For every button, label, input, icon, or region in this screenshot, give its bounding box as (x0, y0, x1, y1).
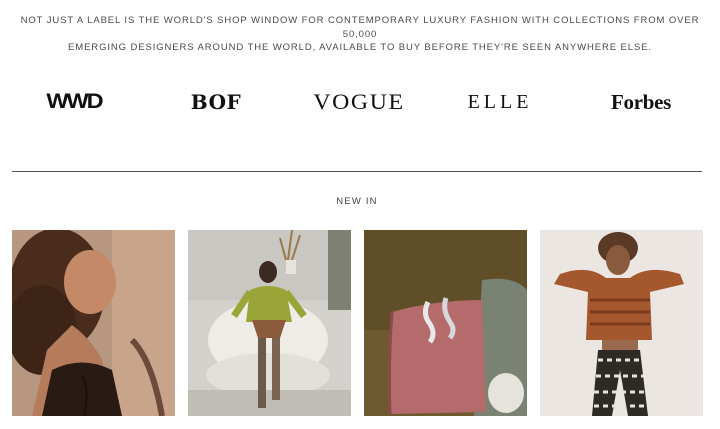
product-image-2 (188, 230, 351, 416)
new-in-heading: NEW IN (336, 196, 378, 207)
product-card-3[interactable] (364, 230, 527, 416)
press-logos: WWD BOF VOGUE ELLE Forbes (0, 84, 720, 120)
product-image-4 (540, 230, 703, 416)
elle-logo: ELLE (467, 90, 533, 113)
product-card-2[interactable] (188, 230, 351, 416)
intro-line-1: NOT JUST A LABEL IS THE WORLD'S SHOP WIN… (20, 15, 700, 40)
product-image-1 (12, 230, 175, 416)
forbes-logo: Forbes (610, 89, 672, 114)
bof-logo: BOF (190, 90, 242, 114)
intro-text: NOT JUST A LABEL IS THE WORLD'S SHOP WIN… (20, 14, 700, 55)
intro-line-2: EMERGING DESIGNERS AROUND THE WORLD, AVA… (68, 42, 652, 53)
product-image-3 (364, 230, 527, 416)
section-divider (12, 171, 702, 172)
vogue-logo: VOGUE (313, 89, 405, 114)
product-card-1[interactable] (12, 230, 175, 416)
wwd-logo: WWD (46, 90, 103, 113)
product-card-4[interactable] (540, 230, 703, 416)
